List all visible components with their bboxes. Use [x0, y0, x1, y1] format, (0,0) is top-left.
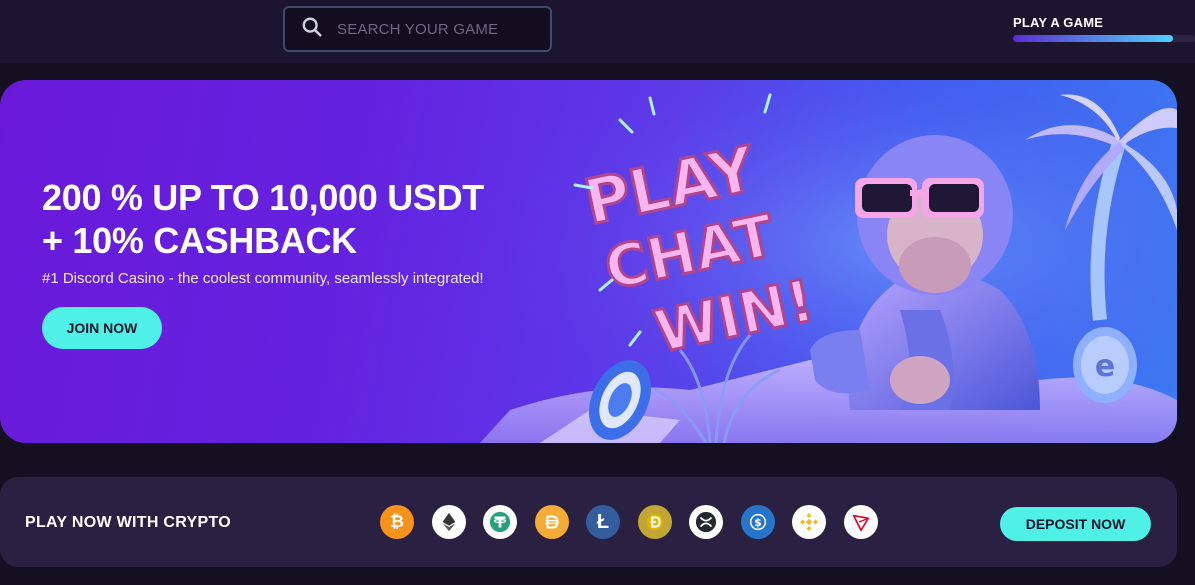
- litecoin-icon: Ł: [586, 505, 620, 539]
- svg-text:e: e: [1095, 349, 1115, 384]
- search-box[interactable]: [283, 6, 552, 52]
- dai-icon: [534, 505, 569, 539]
- xrp-icon: [689, 505, 723, 539]
- play-progress-bar: [1013, 35, 1195, 42]
- play-progress-fill: [1013, 35, 1174, 42]
- svg-text:$: $: [754, 516, 762, 529]
- promo-title-line-1: 200 % UP TO 10,000 USDT: [42, 177, 484, 218]
- crypto-payment-bar: PLAY NOW WITH CRYPTO ₿ Ł $ DEPOSIT NOW: [0, 477, 1177, 567]
- join-now-button[interactable]: JOIN NOW: [42, 307, 162, 349]
- promo-title-line-2: + 10% CASHBACK: [42, 220, 357, 261]
- play-a-game-label[interactable]: PLAY A GAME: [1013, 15, 1103, 30]
- tether-icon: [483, 505, 517, 539]
- search-icon: [301, 16, 323, 43]
- top-bar: PLAY A GAME: [0, 0, 1195, 63]
- bitcoin-icon: ₿: [380, 505, 414, 539]
- dogecoin-icon: [637, 505, 672, 539]
- crypto-label: PLAY NOW WITH CRYPTO: [25, 514, 232, 531]
- ethereum-icon: [431, 505, 466, 539]
- crypto-coin-list: ₿ Ł $: [380, 505, 878, 539]
- bnb-icon: [792, 505, 826, 539]
- deposit-now-button[interactable]: DEPOSIT NOW: [1000, 507, 1151, 541]
- usdc-icon: $: [740, 505, 775, 539]
- promo-banner[interactable]: 200 % UP TO 10,000 USDT + 10% CASHBACK #…: [0, 80, 1177, 443]
- monkey-artwork: e PLAY CHAT WIN!: [480, 80, 1177, 443]
- brand-coin-icon: e: [1073, 327, 1137, 403]
- promo-title: 200 % UP TO 10,000 USDT + 10% CASHBACK: [42, 176, 484, 262]
- tron-icon: [843, 505, 878, 539]
- promo-subtitle: #1 Discord Casino - the coolest communit…: [42, 270, 484, 287]
- search-input[interactable]: [337, 20, 527, 38]
